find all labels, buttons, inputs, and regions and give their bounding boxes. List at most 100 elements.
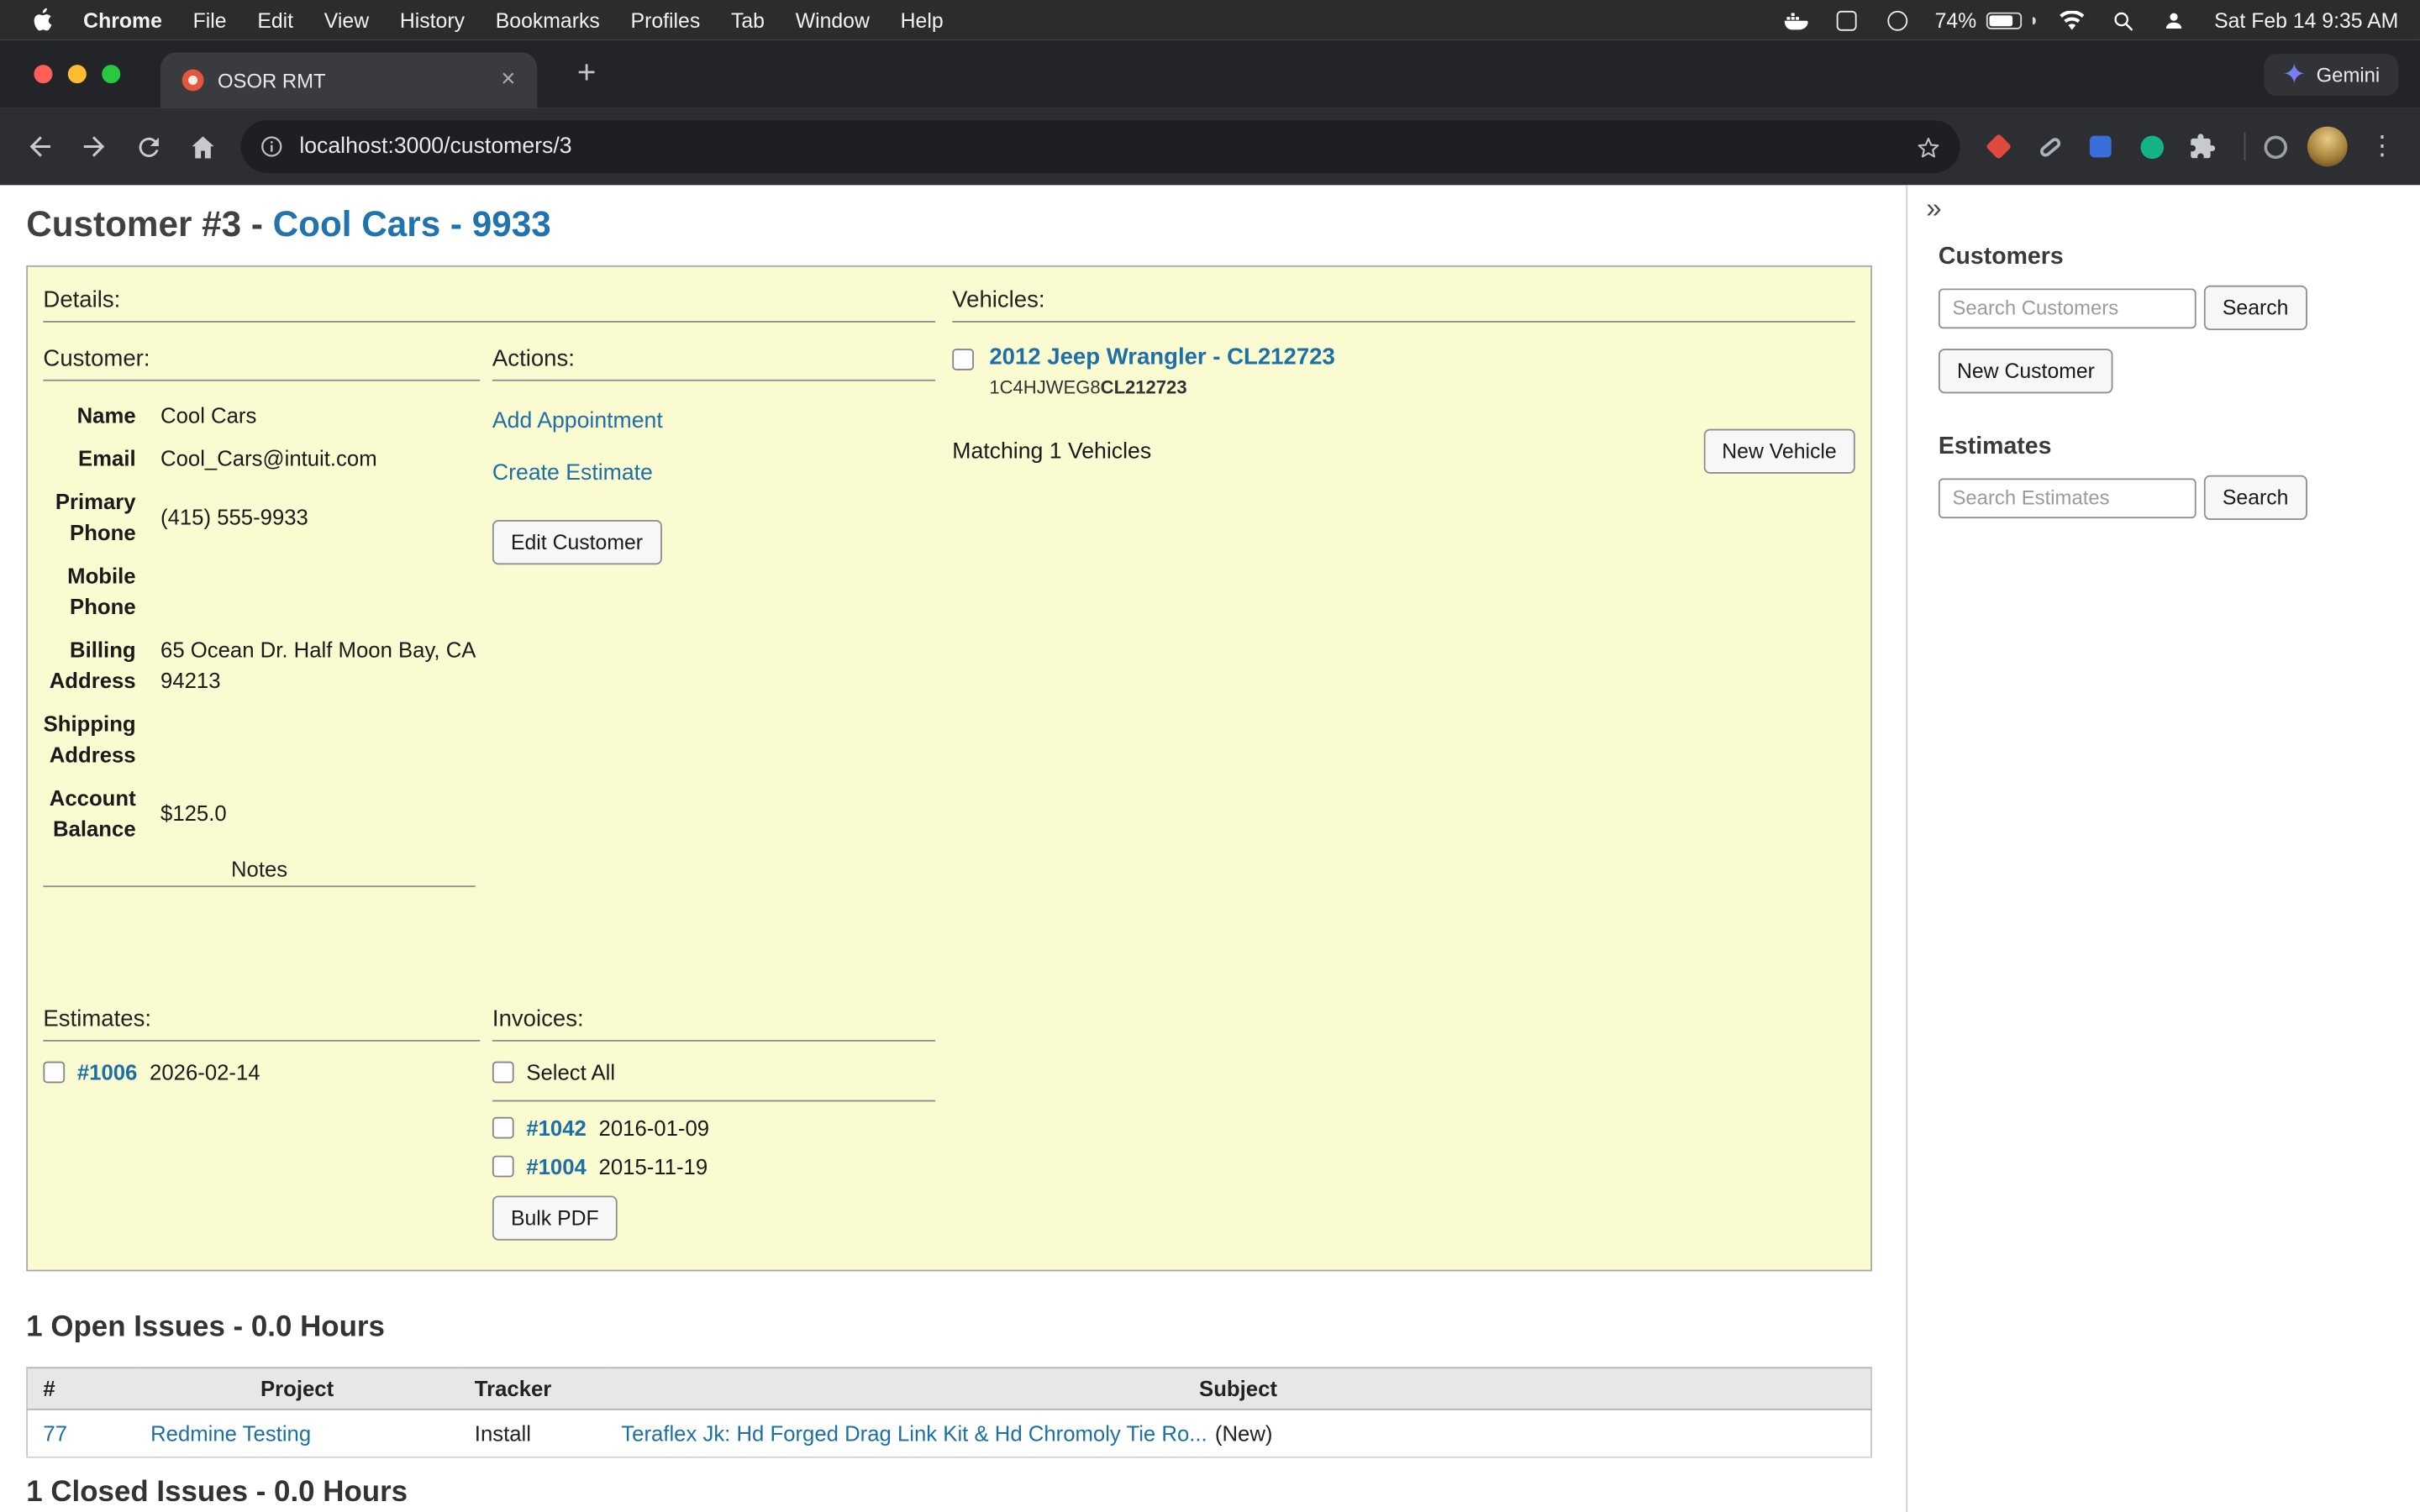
invoice-link[interactable]: #1042 [526,1116,587,1140]
eco-mode-icon[interactable] [2258,129,2291,163]
extension-icon-red[interactable] [1981,129,2015,163]
forward-button[interactable] [79,131,110,162]
field-value: Cool_Cars@intuit.com [160,443,480,474]
new-tab-button[interactable]: + [565,40,608,108]
vehicle-link[interactable]: 2012 Jeep Wrangler - CL212723 [989,344,1334,370]
details-section: Details: Customer: Name Cool Cars Email [43,282,935,1254]
window-close-button[interactable] [34,65,52,83]
field-label: Billing Address [43,634,160,696]
menubar-item-help[interactable]: Help [885,8,959,32]
menubar-item-history[interactable]: History [384,8,480,32]
browser-toolbar: localhost:3000/customers/3 ⋮ [0,108,2420,186]
edit-customer-button[interactable]: Edit Customer [492,520,661,564]
search-estimates-button[interactable]: Search [2204,475,2307,520]
customer-subsection: Customer: Name Cool Cars Email Cool_Cars… [43,341,480,887]
menubar-item-edit[interactable]: Edit [242,8,308,32]
battery-nub [2032,16,2035,24]
reload-button[interactable] [133,131,164,162]
field-value: $125.0 [160,798,480,829]
issue-status: (New) [1215,1421,1273,1446]
extension-icon-clip[interactable] [2033,129,2066,163]
col-header-subject: Subject [606,1368,1871,1410]
estimate-link[interactable]: #1006 [77,1060,138,1084]
bulk-pdf-button[interactable]: Bulk PDF [492,1195,618,1240]
right-sidebar: » Customers Search New Customer Estimate… [1906,185,2420,1512]
battery-percent-label: 74% [1935,8,1977,32]
spotlight-search-icon[interactable] [2109,6,2137,34]
gemini-button[interactable]: Gemini [2264,54,2398,96]
field-row-billing-address: Billing Address 65 Ocean Dr. Half Moon B… [43,634,480,696]
menubar-clock[interactable]: Sat Feb 14 9:35 AM [2211,8,2398,32]
invoice-checkbox[interactable] [492,1117,514,1139]
apple-menu-icon[interactable] [22,8,68,32]
gemini-spark-icon [2282,61,2306,89]
extensions-row [1981,129,2219,163]
address-bar[interactable]: localhost:3000/customers/3 [241,120,1960,172]
search-customers-button[interactable]: Search [2204,286,2307,330]
field-row-account-balance: Account Balance $125.0 [43,782,480,843]
menubar-item-bookmarks[interactable]: Bookmarks [480,8,615,32]
extensions-puzzle-icon[interactable] [2186,129,2219,163]
issues-table-header-row: # Project Tracker Subject [27,1368,1871,1410]
issue-id-link[interactable]: 77 [43,1421,67,1446]
user-switch-icon[interactable] [2160,6,2188,34]
issues-table: # Project Tracker Subject 77 Redmine Tes… [26,1367,1872,1457]
sidebar-collapse-icon[interactable]: » [1920,192,1948,225]
window-zoom-button[interactable] [102,65,120,83]
url-text[interactable]: localhost:3000/customers/3 [299,134,1902,159]
new-vehicle-button[interactable]: New Vehicle [1703,429,1855,474]
col-header-tracker: Tracker [459,1368,605,1410]
invoice-link[interactable]: #1004 [526,1154,587,1179]
window-minimize-button[interactable] [68,65,87,83]
select-all-checkbox[interactable] [492,1062,514,1084]
select-all-row: Select All [492,1060,935,1084]
menubar-item-view[interactable]: View [308,8,384,32]
main-column: Customer #3 - Cool Cars - 9933 Details: … [0,185,1906,1512]
invoices-heading: Invoices: [492,1001,935,1042]
vehicle-checkbox[interactable] [952,349,974,370]
field-label: Name [43,400,160,431]
field-row-email: Email Cool_Cars@intuit.com [43,443,480,474]
extension-icon-grammarly[interactable] [2134,129,2168,163]
wifi-icon[interactable] [2059,6,2086,34]
profile-avatar[interactable] [2307,127,2348,167]
vehicle-info: 2012 Jeep Wrangler - CL212723 1C4HJWEG8C… [989,344,1334,398]
browser-tab-active[interactable]: OSOR RMT × [160,52,537,108]
menubar-app-icon-2[interactable] [1833,6,1860,34]
menubar-item-tab[interactable]: Tab [716,8,781,32]
battery-status[interactable]: 74% [1935,8,2035,32]
menubar-item-chrome[interactable]: Chrome [68,8,177,32]
menubar-item-window[interactable]: Window [780,8,885,32]
menubar-item-file[interactable]: File [177,8,242,32]
issue-tracker: Install [475,1421,531,1446]
home-button[interactable] [187,131,218,162]
issue-project-link[interactable]: Redmine Testing [150,1421,311,1446]
add-appointment-link[interactable]: Add Appointment [492,409,935,433]
page-title: Customer #3 - Cool Cars - 9933 [26,202,1906,245]
new-customer-button[interactable]: New Customer [1939,349,2113,393]
issue-row: 77 Redmine Testing Install Teraflex Jk: … [27,1410,1871,1457]
invoice-date: 2016-01-09 [599,1116,710,1140]
search-customers-input[interactable] [1939,288,2196,328]
estimates-heading: Estimates: [43,1001,480,1042]
create-estimate-link[interactable]: Create Estimate [492,461,935,486]
extension-icon-blue[interactable] [2084,129,2118,163]
site-info-icon[interactable] [260,134,284,159]
docker-menubar-icon[interactable] [1782,6,1810,34]
menubar-item-profiles[interactable]: Profiles [615,8,715,32]
search-estimates-input[interactable] [1939,477,2196,517]
issue-subject-link[interactable]: Teraflex Jk: Hd Forged Drag Link Kit & H… [621,1421,1207,1446]
vehicles-heading: Vehicles: [952,282,1854,323]
invoice-checkbox[interactable] [492,1156,514,1178]
customer-name-link[interactable]: Cool Cars - 9933 [273,203,551,244]
field-value [160,575,480,606]
browser-menu-icon[interactable]: ⋮ [2363,131,2402,162]
menubar-app-icon-3[interactable] [1884,6,1912,34]
back-button[interactable] [24,131,55,162]
estimate-checkbox[interactable] [43,1062,65,1084]
customer-details-panel: Details: Customer: Name Cool Cars Email [26,265,1872,1272]
invoice-row: #1004 2015-11-19 [492,1154,935,1179]
tab-close-icon[interactable]: × [495,66,522,94]
matching-vehicles-text: Matching 1 Vehicles [952,439,1151,464]
bookmark-star-icon[interactable] [1903,134,1942,160]
